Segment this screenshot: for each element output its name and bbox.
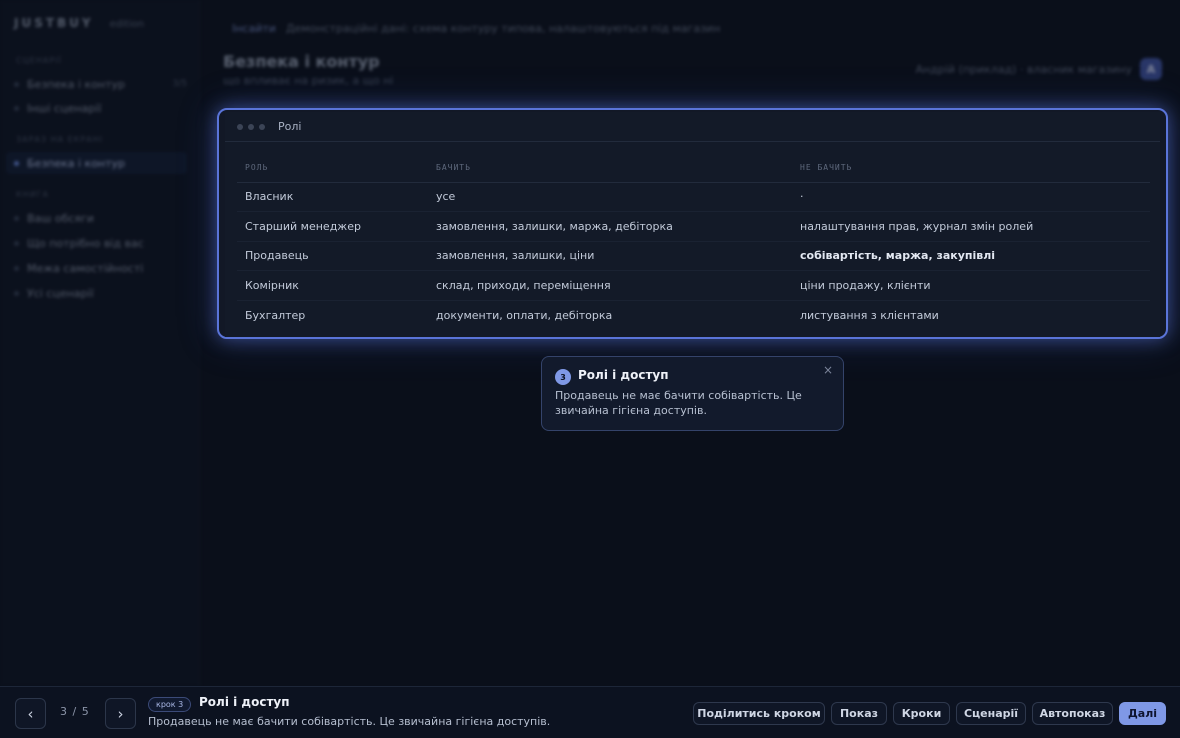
sidebar-item-label: Усі сценарії (27, 286, 94, 300)
autoshow-button[interactable]: Автопоказ (1032, 702, 1113, 725)
bullet-icon (14, 215, 19, 221)
bullet-icon (14, 105, 19, 111)
tour-step-title: Ролі і доступ (199, 695, 290, 709)
steps-button[interactable]: Кроки (893, 702, 950, 725)
breadcrumb[interactable]: Інсайти (232, 22, 276, 35)
demo-notice: Демонстраційні дані: схема контуру типов… (285, 22, 721, 35)
sidebar-item-label: Межа самостійності (27, 261, 144, 275)
window-dot-icon (248, 123, 254, 130)
not-sees-cell: ціни продажу, клієнти (792, 270, 1150, 301)
show-button[interactable]: Показ (831, 702, 887, 725)
not-sees-cell-highlighted: собівартість, маржа, закупівлі (792, 241, 1150, 272)
sees-cell: склад, приходи, переміщення (428, 270, 792, 301)
column-header-not-sees: НЕ БАЧИТЬ (792, 154, 1150, 183)
card-header: Ролі (225, 112, 1160, 142)
brand-mode: edition (109, 19, 145, 30)
roles-table: РОЛЬ БАЧИТЬ НЕ БАЧИТЬ Власник усе · Стар… (237, 154, 1150, 330)
scenarios-button[interactable]: Сценарії (956, 702, 1026, 725)
table-row: Власник усе · (237, 182, 1150, 213)
roles-card: Ролі РОЛЬ БАЧИТЬ НЕ БАЧИТЬ Власник усе ·… (217, 108, 1168, 339)
close-icon[interactable]: × (821, 363, 835, 377)
user-info: Андрій (приклад) · власник магазину А (916, 58, 1162, 80)
brand: JUSTBUY edition (14, 16, 144, 30)
sidebar-item-volumes[interactable]: Ваш обсяги (14, 207, 187, 229)
tour-popover: 3 Ролі і доступ × Продавець не має бачит… (541, 356, 844, 431)
role-cell: Продавець (237, 241, 428, 272)
not-sees-cell: листування з клієнтами (800, 308, 939, 322)
popover-body: Продавець не має бачити собівартість. Це… (555, 389, 802, 417)
popover-title: Ролі і доступ (578, 368, 669, 382)
sidebar: JUSTBUY edition СЦЕНАРІЇ Безпека і конту… (0, 0, 200, 686)
sidebar-item-label: Безпека і контур (27, 156, 126, 170)
card-title: Ролі (278, 120, 302, 133)
table-row: Старший менеджер замовлення, залишки, ма… (237, 211, 1150, 242)
sidebar-item-current[interactable]: Безпека і контур (6, 152, 187, 174)
brand-logo: JUSTBUY (14, 16, 94, 30)
sidebar-item-label: Ваш обсяги (27, 211, 94, 225)
table-row: Комірник склад, приходи, переміщення цін… (237, 270, 1150, 301)
tour-step-description: Продавець не має бачити собівартість. Це… (148, 715, 551, 728)
table-row: Бухгалтер документи, оплати, дебіторка л… (237, 300, 1150, 330)
sidebar-item-label: Інші сценарії (27, 101, 102, 115)
step-number-badge: 3 (555, 369, 571, 385)
bullet-icon (14, 81, 19, 87)
user-name: Андрій (приклад) · власник магазину (915, 62, 1132, 76)
sidebar-section-on-screen: ЗАРАЗ НА ЕКРАНІ (16, 135, 104, 144)
sidebar-item-requirements[interactable]: Що потрібно від вас (14, 232, 187, 254)
page-subtitle: що впливає на ризик, а що ні (223, 74, 394, 87)
page-title: Безпека і контур (223, 52, 380, 71)
next-step-arrow-button[interactable]: › (105, 698, 136, 729)
role-cell: Комірник (237, 270, 428, 301)
next-button[interactable]: Далі (1119, 702, 1166, 725)
sidebar-item-label: Що потрібно від вас (27, 236, 144, 250)
role-cell: Власник (237, 182, 428, 213)
sidebar-section-book: КНИГА (16, 190, 50, 199)
sidebar-item-count: 3/5 (172, 79, 187, 89)
bullet-icon (14, 160, 19, 166)
sidebar-item-security[interactable]: Безпека і контур 3/5 (14, 73, 187, 95)
not-sees-cell: налаштування прав, журнал змін ролей (792, 211, 1150, 242)
sees-cell: документи, оплати, дебіторка (436, 308, 613, 322)
sees-cell: замовлення, залишки, маржа, дебіторка (428, 211, 792, 242)
bullet-icon (14, 290, 19, 296)
column-header-sees: БАЧИТЬ (428, 154, 792, 183)
share-step-button[interactable]: Поділитись кроком (693, 702, 825, 725)
topbar: Інсайти Демонстраційні дані: схема конту… (232, 22, 720, 35)
sidebar-item-autonomy[interactable]: Межа самостійності (14, 257, 187, 279)
sidebar-item-label: Безпека і контур (27, 77, 126, 91)
sidebar-item-other-scenarios[interactable]: Інші сценарії (14, 97, 187, 119)
column-header-role: РОЛЬ (237, 154, 428, 183)
role-cell: Бухгалтер (245, 308, 306, 322)
table-row: Продавець замовлення, залишки, ціни собі… (237, 241, 1150, 272)
sees-cell: усе (428, 182, 792, 213)
step-counter: 3 / 5 (60, 705, 90, 718)
not-sees-cell: · (792, 182, 1150, 213)
prev-step-button[interactable]: ‹ (15, 698, 46, 729)
step-badge: крок 3 (148, 697, 192, 712)
bullet-icon (14, 240, 19, 246)
tour-bar: ‹ 3 / 5 › крок 3 Ролі і доступ Продавець… (0, 686, 1180, 738)
bullet-icon (14, 265, 19, 271)
table-header-row: РОЛЬ БАЧИТЬ НЕ БАЧИТЬ (237, 154, 1150, 183)
sidebar-section-scenarios: СЦЕНАРІЇ (16, 56, 62, 65)
role-cell: Старший менеджер (237, 211, 428, 242)
window-dot-icon (259, 123, 265, 130)
avatar[interactable]: А (1140, 58, 1162, 80)
sees-cell: замовлення, залишки, ціни (428, 241, 792, 272)
sidebar-item-all-scenarios[interactable]: Усі сценарії (14, 282, 187, 304)
window-dot-icon (237, 123, 243, 130)
